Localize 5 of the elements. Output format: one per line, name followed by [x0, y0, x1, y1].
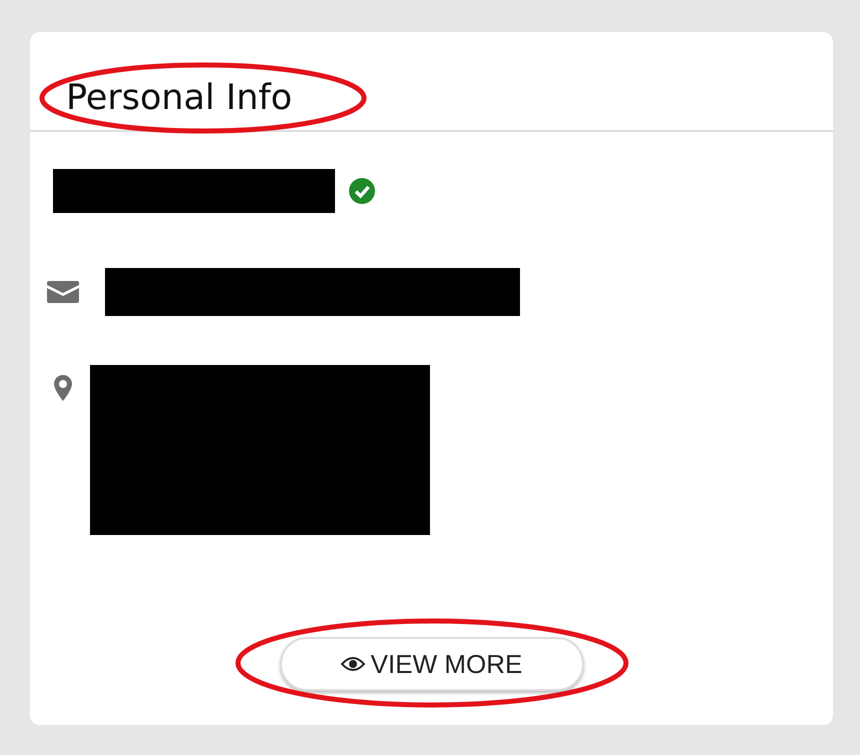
envelope-icon: [47, 281, 79, 303]
view-more-button[interactable]: VIEW MORE: [280, 637, 584, 691]
eye-icon: [340, 656, 365, 672]
map-pin-icon: [54, 375, 72, 401]
card-title: Personal Info: [66, 81, 292, 116]
